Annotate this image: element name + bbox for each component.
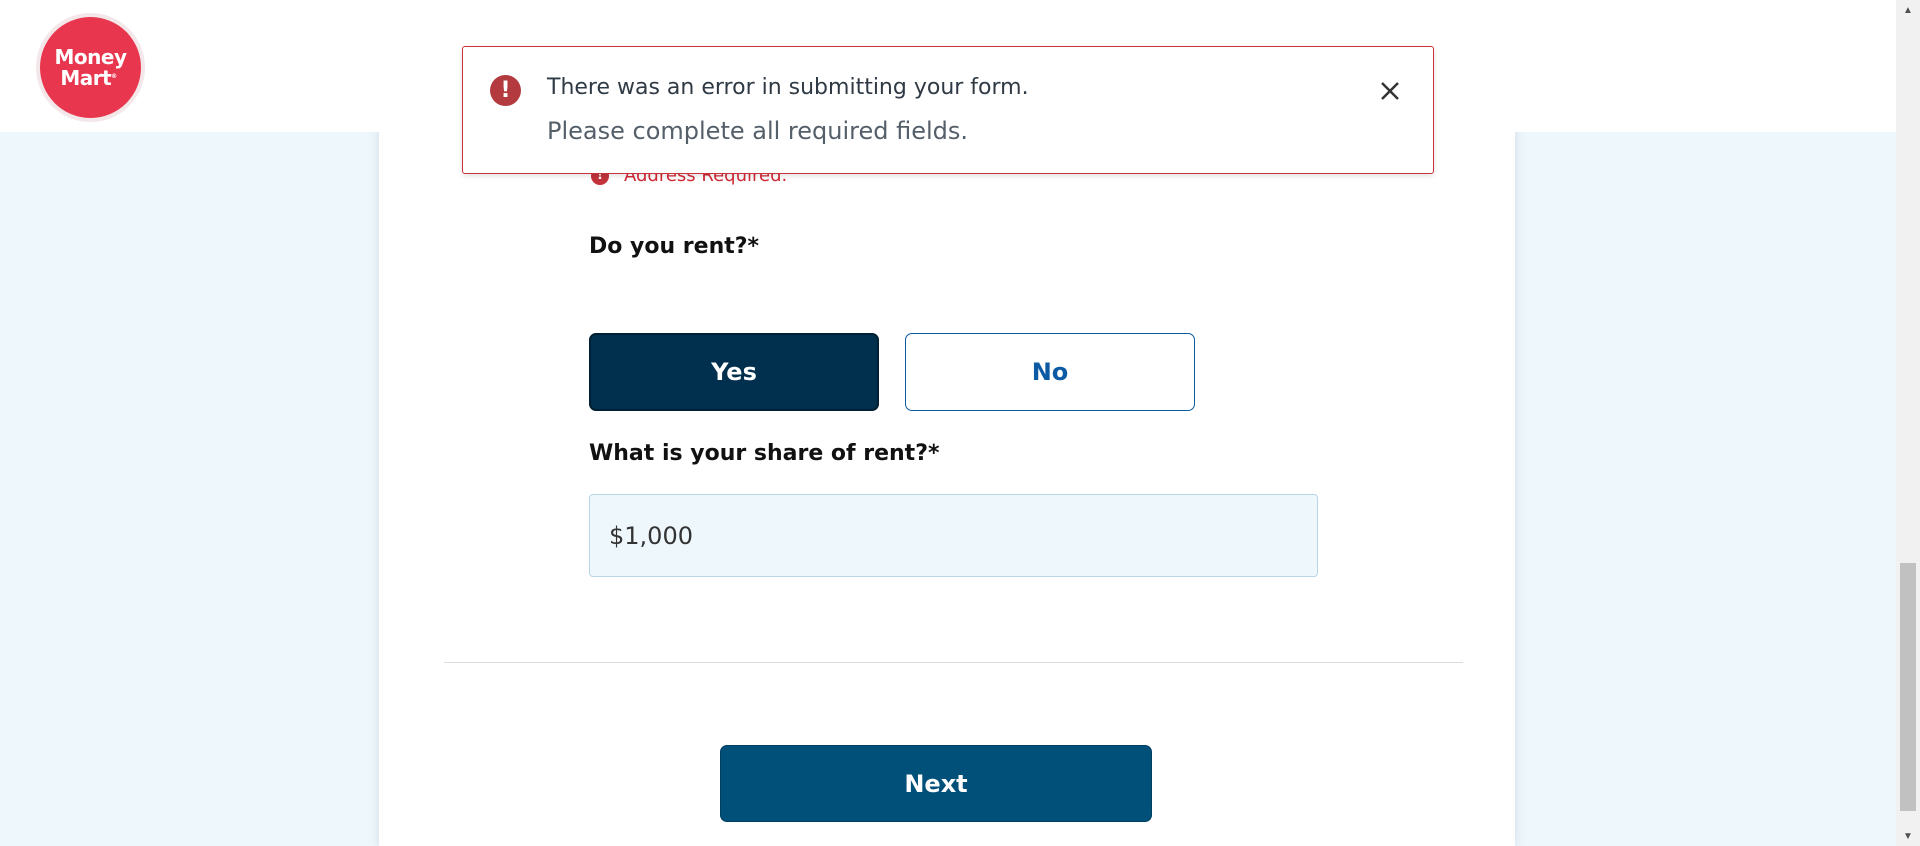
close-icon[interactable]: [1373, 74, 1407, 108]
rent-yes-button[interactable]: Yes: [589, 333, 879, 411]
alert-title: There was an error in submitting your fo…: [547, 75, 1029, 100]
next-button[interactable]: Next: [720, 745, 1152, 822]
error-icon: !: [490, 75, 521, 106]
section-divider: [444, 662, 1463, 663]
rent-share-input[interactable]: [589, 494, 1318, 577]
alert-message: Please complete all required fields.: [547, 117, 969, 145]
rent-question-label: Do you rent?*: [589, 234, 760, 259]
rent-no-button[interactable]: No: [905, 333, 1195, 411]
page-scrollbar[interactable]: ▲ ▼: [1896, 0, 1920, 846]
scroll-up-arrow-icon[interactable]: ▲: [1896, 0, 1920, 20]
scroll-down-arrow-icon[interactable]: ▼: [1896, 826, 1920, 846]
scroll-thumb[interactable]: [1900, 563, 1916, 811]
logo-line-1: Money: [54, 44, 127, 69]
rent-share-label: What is your share of rent?*: [589, 441, 940, 466]
logo-line-2: Mart®: [60, 65, 117, 90]
error-alert: ! There was an error in submitting your …: [462, 46, 1434, 174]
money-mart-logo[interactable]: Money Mart®: [40, 17, 141, 118]
